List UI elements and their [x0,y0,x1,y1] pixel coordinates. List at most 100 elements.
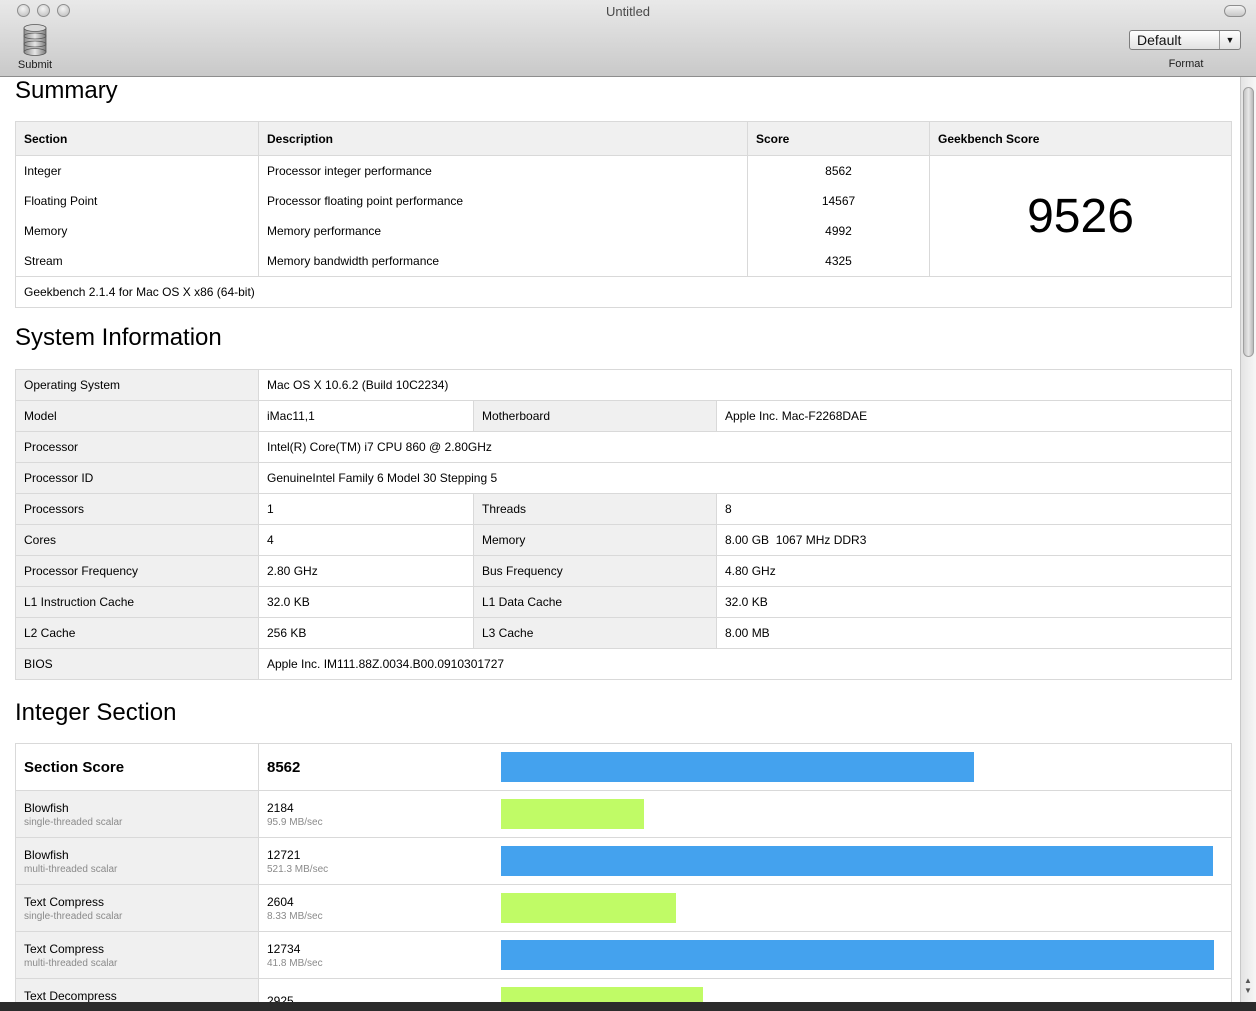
test-score-cell: 12734 41.8 MB/sec [258,931,501,979]
table-row: Integer Processor integer performance 85… [15,155,1232,277]
table-row: Processor Intel(R) Core(TM) i7 CPU 860 @… [15,431,1232,463]
test-score-cell: 12721 521.3 MB/sec [258,837,501,885]
info-label: Bus Frequency [473,555,717,587]
test-bar-cell [501,978,1232,1002]
info-value: 1 [258,493,474,525]
info-label: L3 Cache [473,617,717,649]
test-mode: single-threaded scalar [24,816,123,828]
scroll-arrows-icon[interactable]: ▲ ▼ [1244,976,1252,996]
section-score-value: 8562 [258,743,501,791]
test-bar-cell [501,837,1232,885]
test-score-bar [501,799,644,829]
section-score-label: Section Score [15,743,259,791]
app-window: Untitled Submit Default ▼ Format Summary… [0,0,1256,1002]
info-value: 2.80 GHz [258,555,474,587]
info-label: L2 Cache [15,617,259,649]
table-row: Processors 1 Threads 8 [15,493,1232,525]
table-row: Text Decompresssingle-threaded scalar 292… [15,978,1232,1003]
test-rate: 95.9 MB/sec [267,816,323,828]
table-row: Cores 4 Memory 8.00 GB 1067 MHz DDR3 [15,524,1232,556]
info-label: L1 Instruction Cache [15,586,259,618]
table-row: Text Compress single-threaded scalar 2604 8… [15,884,1232,932]
vertical-scrollbar[interactable]: ▲ ▼ [1240,77,1256,1002]
table-row: L2 Cache 256 KB L3 Cache 8.00 MB [15,617,1232,649]
table-row: Text Compress multi-threaded scalar 12734 4… [15,931,1232,979]
test-score-bar [501,893,676,923]
summary-description: Memory performance [258,216,748,246]
report-content[interactable]: Summary Section Description Score Geekbe… [0,77,1240,1002]
section-score-row: Section Score 8562 [15,743,1232,791]
window-toolbar: Untitled Submit Default ▼ Format [0,0,1256,77]
test-score: 12721 [267,847,301,862]
test-score-bar [501,987,703,1002]
test-name-cell: Text Compress single-threaded scalar [15,884,259,932]
test-name: Text Compress [24,941,105,956]
test-mode: single-threaded scalar [24,910,123,922]
summary-footer: Geekbench 2.1.4 for Mac OS X x86 (64-bit… [15,276,1232,308]
system-info-table: Operating System Mac OS X 10.6.2 (Build … [15,369,1232,680]
table-row: Processor ID GenuineIntel Family 6 Model… [15,462,1232,494]
summary-description: Processor floating point performance [258,186,748,216]
summary-score: 4992 [747,216,930,246]
test-score: 2184 [267,800,294,815]
summary-section: Stream [15,246,259,277]
format-select[interactable]: Default ▼ [1129,30,1241,50]
summary-score: 14567 [747,186,930,216]
submit-label: Submit [17,59,53,71]
info-value: 32.0 KB [716,586,1232,618]
info-value: 32.0 KB [258,586,474,618]
info-label: Motherboard [473,400,717,432]
info-label: BIOS [15,648,259,680]
info-label: Operating System [15,369,259,401]
test-mode: multi-threaded scalar [24,957,118,969]
dropdown-arrow-icon: ▼ [1219,31,1240,49]
info-label: Cores [15,524,259,556]
info-value: 4.80 GHz [716,555,1232,587]
summary-header-row: Section Description Score Geekbench Scor… [15,121,1232,156]
test-name: Blowfish [24,847,69,862]
header-section: Section [15,121,259,156]
header-description: Description [258,121,748,156]
info-value: iMac11,1 [258,400,474,432]
test-bar-cell [501,931,1232,979]
test-name: Text Decompress [24,988,117,1003]
summary-score: 8562 [747,155,930,186]
system-info-heading: System Information [15,324,222,351]
summary-description: Processor integer performance [258,155,748,186]
info-value: GenuineIntel Family 6 Model 30 Stepping … [258,462,1232,494]
test-name-cell: Blowfish multi-threaded scalar [15,837,259,885]
table-row: Model iMac11,1 Motherboard Apple Inc. Ma… [15,400,1232,432]
info-value: Mac OS X 10.6.2 (Build 10C2234) [258,369,1232,401]
info-label: Processor ID [15,462,259,494]
info-value: 8.00 GB 1067 MHz DDR3 [716,524,1232,556]
test-score-bar [501,940,1214,970]
test-name-cell: Text Compress multi-threaded scalar [15,931,259,979]
test-rate: 41.8 MB/sec [267,957,323,969]
summary-section: Floating Point [15,186,259,216]
scrollbar-thumb[interactable] [1243,87,1254,357]
test-score-bar [501,846,1213,876]
integer-section-table: Section Score 8562 Blowfish single-thread… [15,743,1232,1002]
submit-button[interactable]: Submit [12,24,58,74]
section-score-bar-cell [501,743,1232,791]
test-score-cell: 2184 95.9 MB/sec [258,790,501,838]
summary-heading: Summary [15,77,118,104]
test-score: 12734 [267,941,301,956]
table-row: Processor Frequency 2.80 GHz Bus Frequen… [15,555,1232,587]
info-value: 4 [258,524,474,556]
header-geekbench-score: Geekbench Score [929,121,1232,156]
test-mode: multi-threaded scalar [24,863,118,875]
info-value: 256 KB [258,617,474,649]
info-value: 8.00 MB [716,617,1232,649]
database-icon [23,24,47,56]
test-bar-cell [501,884,1232,932]
format-select-value: Default [1137,32,1182,48]
test-name: Text Compress [24,894,105,909]
info-label: Memory [473,524,717,556]
info-value: 8 [716,493,1232,525]
toolbar-toggle-button[interactable] [1224,5,1246,17]
info-label: Processors [15,493,259,525]
test-name-cell: Blowfish single-threaded scalar [15,790,259,838]
info-label: Threads [473,493,717,525]
test-name: Blowfish [24,800,69,815]
